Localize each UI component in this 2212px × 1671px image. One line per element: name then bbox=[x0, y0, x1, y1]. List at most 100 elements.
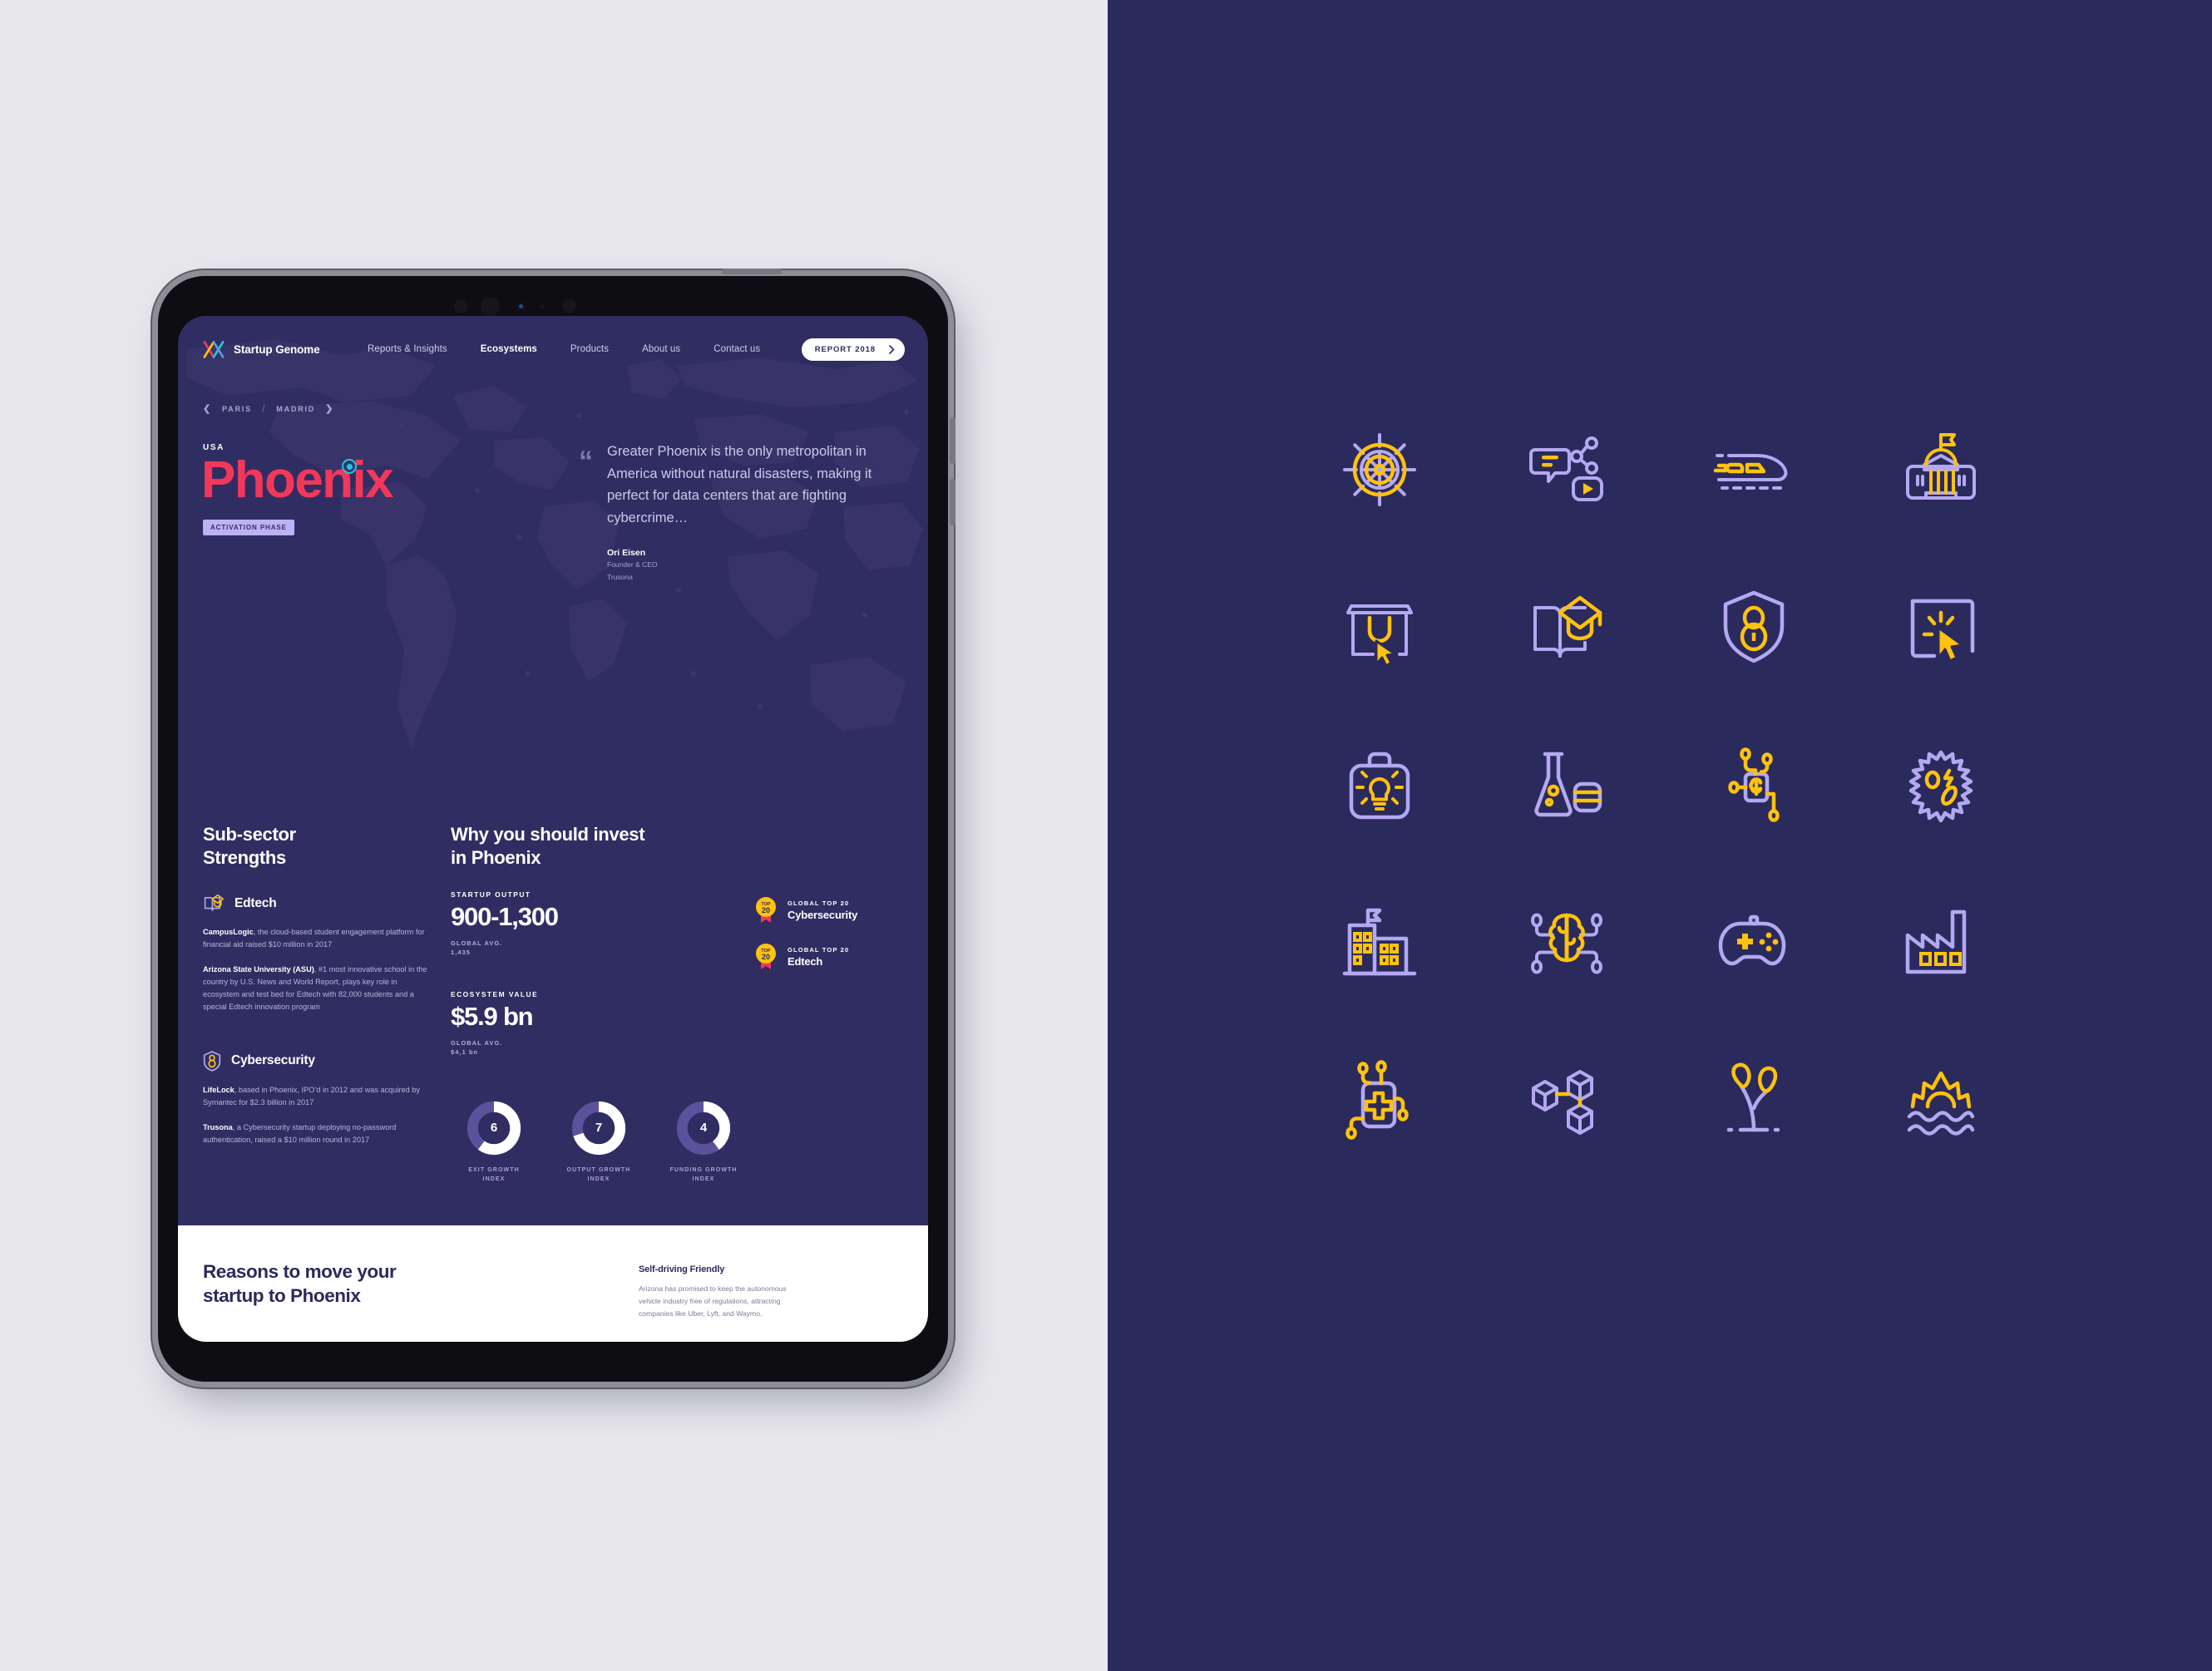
city-buildings-flag-icon bbox=[1342, 908, 1416, 976]
reasons-heading-line1: Reasons to move your bbox=[203, 1260, 397, 1282]
report-2018-button[interactable]: REPORT 2018 bbox=[801, 338, 905, 361]
hero-quote: “ Greater Phoenix is the only metropolit… bbox=[579, 441, 873, 582]
tablet-device-mockup: Startup Genome Reports & Insights Ecosys… bbox=[158, 269, 955, 1382]
next-ecosystem-link[interactable]: MADRID bbox=[276, 405, 315, 413]
sector-item-company: CampusLogic bbox=[203, 928, 254, 937]
volume-up-button[interactable] bbox=[950, 417, 955, 464]
donut-label-line1: EXIT GROWTH bbox=[468, 1166, 520, 1173]
growth-index-donut-charts: 6 EXIT GROWTH INDEX 7 OUTPUT GROWTH INDE… bbox=[451, 1101, 903, 1184]
invest-heading: Why you should invest in Phoenix bbox=[451, 823, 903, 869]
top20-medal-icon: TOP 20 bbox=[756, 897, 776, 924]
sector-cybersecurity: Cybersecurity LifeLock, based in Phoenix… bbox=[203, 1050, 429, 1146]
sector-item: CampusLogic, the cloud-based student eng… bbox=[203, 926, 429, 951]
health-cross-network-icon bbox=[1345, 1060, 1409, 1140]
bar-label: TOTAL EARLY-STAGE FUNDING bbox=[343, 1339, 462, 1342]
bar-label-line1: TOTAL EARLY-STAGE bbox=[343, 1340, 422, 1342]
icon-cell-adtech[interactable] bbox=[1891, 578, 1991, 678]
tablet-screen: Startup Genome Reports & Insights Ecosys… bbox=[178, 316, 928, 1342]
icon-cell-cleantech[interactable] bbox=[1891, 1052, 1991, 1151]
stat-ecosystem-value: ECOSYSTEM VALUE $5.9 bn GLOBAL AVG. $4,1… bbox=[451, 990, 728, 1057]
invest-heading-line2: in Phoenix bbox=[451, 846, 541, 868]
breadcrumb-separator: / bbox=[261, 402, 267, 415]
nav-link-about[interactable]: About us bbox=[642, 344, 680, 354]
power-button[interactable] bbox=[722, 269, 782, 274]
top20-medal-icon: TOP 20 bbox=[756, 944, 776, 970]
icon-cell-cybersecurity[interactable] bbox=[1704, 578, 1804, 678]
map-pin-icon[interactable] bbox=[342, 459, 357, 474]
icon-cell-maritime[interactable] bbox=[1330, 420, 1429, 520]
donut-value: 7 bbox=[595, 1121, 603, 1135]
quote-mark-icon: “ bbox=[579, 446, 593, 477]
virus-microbe-icon bbox=[1908, 750, 1973, 823]
icon-cell-ai[interactable] bbox=[1517, 894, 1617, 993]
icon-cell-govtech[interactable] bbox=[1891, 420, 1991, 520]
subsector-heading-line2: Strengths bbox=[203, 846, 286, 868]
next-ecosystem-chevron-right-icon[interactable]: ❯ bbox=[325, 403, 334, 414]
bar-software-engineer-salary: SOFTWARE ENGINEER SALARY $80.6 k GLOBAL … bbox=[482, 1339, 602, 1342]
icon-cell-biotech[interactable] bbox=[1517, 736, 1617, 836]
donut-funding-growth: 4 FUNDING GROWTH INDEX bbox=[667, 1101, 740, 1184]
donut-label-line2: INDEX bbox=[482, 1176, 506, 1182]
brand-name: Startup Genome bbox=[234, 343, 320, 356]
invest-heading-line1: Why you should invest bbox=[451, 824, 645, 845]
bar-label: SOFTWARE ENGINEER SALARY bbox=[482, 1339, 602, 1342]
nav-link-products[interactable]: Products bbox=[570, 344, 609, 354]
book-graduation-cap-icon bbox=[204, 895, 224, 912]
report-button-label: REPORT 2018 bbox=[814, 344, 876, 354]
brain-network-icon bbox=[1530, 913, 1602, 974]
sector-name-cybersecurity: Cybersecurity bbox=[231, 1052, 315, 1067]
nav-link-ecosystems[interactable]: Ecosystems bbox=[481, 344, 537, 354]
icon-cell-healthtech[interactable] bbox=[1330, 1052, 1429, 1151]
chevron-right-icon bbox=[889, 344, 895, 354]
icon-cell-blockchain[interactable] bbox=[1517, 1052, 1617, 1151]
shield-lock-icon bbox=[1723, 590, 1784, 663]
reasons-section: Reasons to move your startup to Phoenix … bbox=[178, 1225, 928, 1342]
bar-label: EARLY-STAGE FUNDING PER STARTUP bbox=[203, 1339, 323, 1342]
right-panel-icon-showcase bbox=[1108, 0, 2212, 1671]
icon-cell-edtech[interactable] bbox=[1517, 578, 1617, 678]
subsector-heading: Sub-sector Strengths bbox=[203, 823, 429, 869]
icon-cell-digital-media[interactable] bbox=[1517, 420, 1617, 520]
bar-label-line1: SOFTWARE ENGINEER bbox=[482, 1340, 566, 1342]
note-self-driving: Self-driving Friendly Arizona has promis… bbox=[639, 1264, 802, 1320]
bar-total-early-stage-funding: TOTAL EARLY-STAGE FUNDING $614 m GLOBAL … bbox=[343, 1339, 462, 1342]
subsector-strengths-column: Sub-sector Strengths Edtech CampusLogic,… bbox=[203, 823, 429, 1184]
badge-name: Edtech bbox=[788, 955, 823, 969]
icon-grid bbox=[1286, 391, 2034, 1181]
icon-cell-fintech[interactable] bbox=[1704, 736, 1804, 836]
bar-early-stage-funding-per-startup: EARLY-STAGE FUNDING PER STARTUP $133 k G… bbox=[203, 1339, 323, 1342]
icon-cell-advanced-manufacturing[interactable] bbox=[1891, 894, 1991, 993]
shopping-bag-cursor-icon bbox=[1345, 604, 1413, 668]
stat-sub: GLOBAL AVG. $4,1 bn bbox=[451, 1038, 728, 1057]
prev-ecosystem-link[interactable]: PARIS bbox=[222, 405, 252, 413]
icon-cell-agtech[interactable] bbox=[1704, 1052, 1804, 1151]
prev-ecosystem-chevron-left-icon[interactable]: ❮ bbox=[203, 403, 212, 414]
icon-cell-life-sciences[interactable] bbox=[1891, 736, 1991, 836]
nav-link-contact[interactable]: Contact us bbox=[713, 344, 760, 354]
nav-link-reports[interactable]: Reports & Insights bbox=[368, 344, 447, 354]
screen-click-cursor-icon bbox=[1910, 599, 1974, 663]
donut-label: EXIT GROWTH INDEX bbox=[457, 1166, 531, 1184]
stat-startup-output: STARTUP OUTPUT 900-1,300 GLOBAL AVG. 1,4… bbox=[451, 890, 728, 957]
badge-edtech: TOP 20 GLOBAL TOP 20 Edtech bbox=[753, 942, 903, 972]
blockchain-cubes-icon bbox=[1531, 1070, 1593, 1135]
startup-genome-logo-icon bbox=[203, 341, 225, 358]
sunset-waves-icon bbox=[1907, 1071, 1974, 1136]
icon-cell-transportation[interactable] bbox=[1704, 420, 1804, 520]
icon-cell-ecommerce[interactable] bbox=[1330, 578, 1429, 678]
comparison-bar-charts: EARLY-STAGE FUNDING PER STARTUP $133 k G… bbox=[203, 1339, 619, 1342]
ships-wheel-icon bbox=[1342, 433, 1416, 506]
icon-cell-smart-cities[interactable] bbox=[1330, 894, 1429, 993]
stat-sub: GLOBAL AVG. 1,435 bbox=[451, 939, 728, 958]
volume-down-button[interactable] bbox=[950, 479, 955, 525]
government-building-icon bbox=[1905, 433, 1976, 500]
sector-item: Arizona State University (ASU), #1 most … bbox=[203, 964, 429, 1013]
stat-sub-label: GLOBAL AVG. bbox=[451, 1038, 503, 1047]
factory-icon bbox=[1905, 909, 1966, 974]
icon-cell-business-innovation[interactable] bbox=[1330, 736, 1429, 836]
icon-cell-gaming[interactable] bbox=[1704, 894, 1804, 993]
sensor-icon bbox=[540, 304, 545, 309]
donut-value: 6 bbox=[490, 1121, 498, 1135]
sensor-icon bbox=[562, 299, 576, 313]
brand-logo[interactable]: Startup Genome bbox=[201, 339, 368, 359]
